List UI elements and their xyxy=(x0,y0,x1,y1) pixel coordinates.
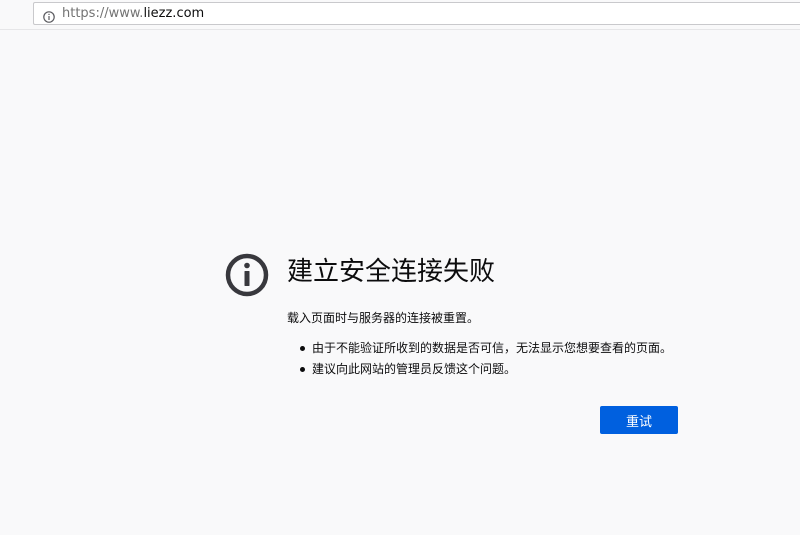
info-circle-icon xyxy=(225,253,269,297)
error-title: 建立安全连接失败 xyxy=(287,257,496,287)
list-item: 由于不能验证所收到的数据是否可信，无法显示您想要查看的页面。 xyxy=(287,338,672,359)
url-prefix: https://www. xyxy=(62,6,144,21)
error-reasons-list: 由于不能验证所收到的数据是否可信，无法显示您想要查看的页面。 建议向此网站的管理… xyxy=(287,338,672,380)
error-description: 载入页面时与服务器的连接被重置。 xyxy=(287,311,480,325)
info-icon[interactable] xyxy=(43,8,55,23)
browser-toolbar: https://www.liezz.com xyxy=(0,0,800,30)
url-text[interactable]: https://www.liezz.com xyxy=(62,6,204,22)
url-domain: liezz.com xyxy=(143,6,205,21)
retry-button[interactable]: 重试 xyxy=(600,406,678,434)
list-item: 建议向此网站的管理员反馈这个问题。 xyxy=(287,359,672,380)
url-bar[interactable]: https://www.liezz.com xyxy=(33,2,800,25)
